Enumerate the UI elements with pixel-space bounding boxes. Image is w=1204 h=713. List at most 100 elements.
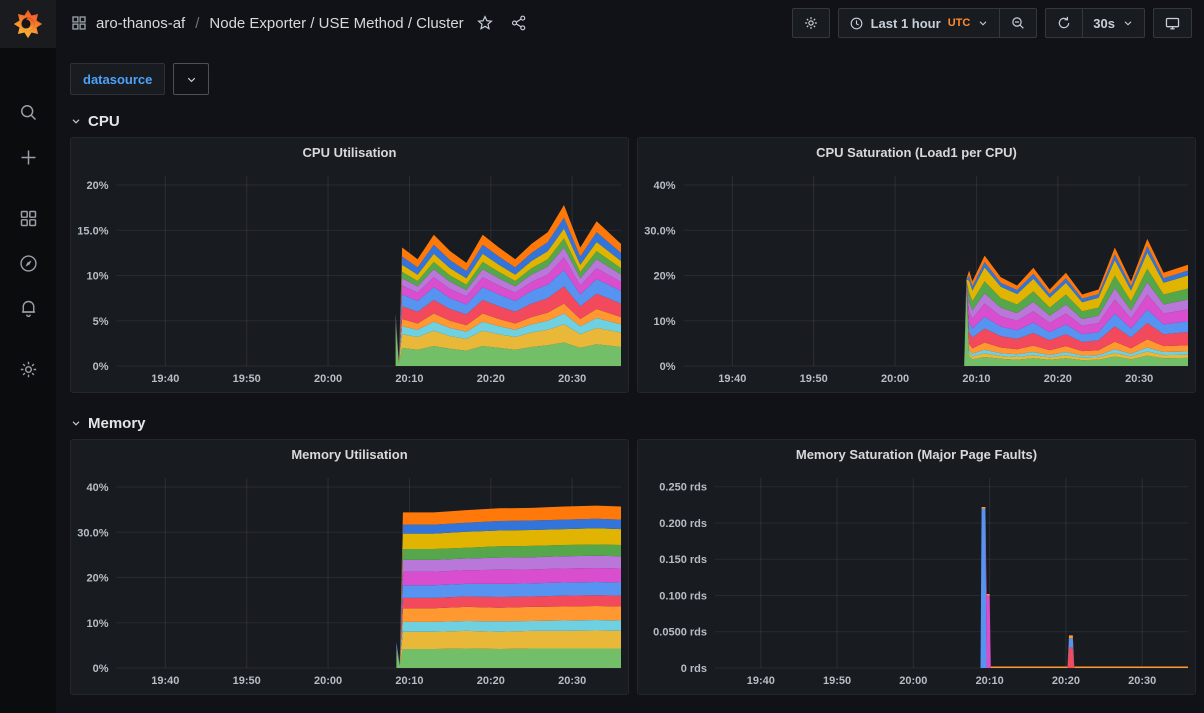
datasource-variable-button[interactable]: datasource (70, 63, 165, 95)
sidebar-item-configuration[interactable] (8, 349, 48, 389)
section-row-memory[interactable]: Memory (70, 409, 1196, 437)
svg-text:19:40: 19:40 (718, 373, 746, 385)
memory-saturation-chart-canvas[interactable]: 19:40 19:50 20:00 20:10 20:20 20:30 0 rds 0.050… (638, 468, 1195, 690)
svg-text:0%: 0% (93, 361, 109, 373)
zoom-out-time-button[interactable] (1000, 8, 1037, 38)
svg-text:20:00: 20:00 (314, 675, 342, 687)
svg-text:20:10: 20:10 (395, 373, 423, 385)
svg-text:0.150 rds: 0.150 rds (659, 554, 707, 566)
svg-text:0%: 0% (93, 663, 109, 675)
panel-title[interactable]: Memory Saturation (Major Page Faults) (638, 440, 1195, 468)
svg-text:20:20: 20:20 (1044, 373, 1072, 385)
svg-text:0 rds: 0 rds (681, 663, 707, 675)
svg-text:0.200 rds: 0.200 rds (659, 518, 707, 530)
main-area: aro-thanos-af / Node Exporter / USE Meth… (56, 0, 1204, 713)
sidebar-item-alerting[interactable] (8, 288, 48, 328)
settings-icon (803, 15, 819, 31)
panel-title[interactable]: CPU Saturation (Load1 per CPU) (638, 138, 1195, 166)
svg-text:20:10: 20:10 (962, 373, 990, 385)
svg-text:19:50: 19:50 (800, 373, 828, 385)
dashboards-icon (18, 208, 39, 229)
svg-text:0.100 rds: 0.100 rds (659, 590, 707, 602)
panel-memory-saturation: Memory Saturation (Major Page Faults) 19… (637, 439, 1196, 695)
svg-text:5%: 5% (93, 316, 109, 328)
svg-text:19:50: 19:50 (823, 675, 851, 687)
svg-text:20%: 20% (86, 573, 108, 585)
datasource-dropdown-button[interactable] (173, 63, 209, 95)
cpu-panel-row: CPU Utilisation 19:40 19:50 20:00 20:10 20:2… (70, 137, 1196, 393)
svg-text:10%: 10% (86, 618, 108, 630)
svg-text:0%: 0% (660, 361, 676, 373)
svg-text:20:00: 20:00 (314, 373, 342, 385)
tv-icon (1164, 15, 1181, 32)
section-collapse-icon (70, 417, 82, 429)
breadcrumb-folder[interactable]: aro-thanos-af (96, 15, 185, 32)
time-range-label: Last 1 hour (871, 16, 941, 31)
breadcrumb-separator: / (193, 15, 201, 32)
sidebar-item-explore[interactable] (8, 243, 48, 283)
section-collapse-icon (70, 115, 82, 127)
explore-icon (18, 253, 39, 274)
panel-title[interactable]: Memory Utilisation (71, 440, 628, 468)
panel-memory-utilisation: Memory Utilisation 19:4019:5020:0020:102… (70, 439, 629, 695)
plus-icon (18, 147, 39, 168)
svg-text:10%: 10% (653, 316, 675, 328)
refresh-interval-picker[interactable]: 30s (1083, 8, 1145, 38)
svg-text:19:40: 19:40 (151, 373, 179, 385)
kiosk-mode-button[interactable] (1153, 8, 1192, 38)
svg-text:20:10: 20:10 (395, 675, 423, 687)
clock-icon (849, 16, 864, 31)
svg-text:20:30: 20:30 (1125, 373, 1153, 385)
cpu-utilisation-chart-canvas[interactable]: 19:4019:5020:0020:1020:2020:300%5%10%15.… (71, 166, 628, 388)
section-label-cpu: CPU (88, 113, 120, 130)
time-range-picker[interactable]: Last 1 hour UTC (838, 8, 1001, 38)
time-controls-group: Last 1 hour UTC (838, 8, 1038, 38)
star-icon (476, 14, 494, 32)
svg-text:20:30: 20:30 (558, 373, 586, 385)
grafana-logo-icon (11, 7, 45, 41)
svg-text:40%: 40% (86, 482, 108, 494)
section-label-memory: Memory (88, 415, 146, 432)
dashboards-breadcrumb-icon (70, 14, 88, 32)
sidebar-item-dashboards[interactable] (8, 198, 48, 238)
svg-text:20:00: 20:00 (899, 675, 927, 687)
star-dashboard-button[interactable] (472, 10, 498, 36)
svg-text:19:50: 19:50 (233, 373, 261, 385)
svg-text:10%: 10% (86, 271, 108, 283)
alerting-icon (18, 298, 39, 319)
share-icon (510, 14, 528, 32)
configuration-icon (18, 359, 39, 380)
refresh-controls-group: 30s (1045, 8, 1145, 38)
refresh-interval-label: 30s (1093, 16, 1115, 31)
svg-text:0.0500 rds: 0.0500 rds (653, 627, 707, 639)
grafana-logo[interactable] (0, 0, 56, 48)
svg-text:20:20: 20:20 (477, 675, 505, 687)
svg-text:20:20: 20:20 (1052, 675, 1080, 687)
svg-text:15.0%: 15.0% (77, 225, 108, 237)
svg-text:40%: 40% (653, 180, 675, 192)
sidebar-item-search[interactable] (8, 92, 48, 132)
sidebar-menu (8, 92, 48, 394)
dashboard-settings-button[interactable] (792, 8, 830, 38)
share-dashboard-button[interactable] (506, 10, 532, 36)
chevron-down-icon (185, 73, 198, 86)
dashboard-content: CPU CPU Utilisation 19:40 19:50 20:00 20:10… (56, 95, 1204, 695)
cpu-saturation-chart-canvas[interactable]: 19:4019:5020:0020:1020:2020:300%10%20%30… (638, 166, 1195, 388)
panel-title[interactable]: CPU Utilisation (71, 138, 628, 166)
nav-sidebar (0, 0, 56, 713)
panel-cpu-saturation: CPU Saturation (Load1 per CPU) 19:40 19:5… (637, 137, 1196, 393)
chevron-down-icon (977, 17, 989, 29)
sidebar-item-create[interactable] (8, 137, 48, 177)
dashboard-topbar: aro-thanos-af / Node Exporter / USE Meth… (56, 0, 1204, 46)
breadcrumb-dashboard-title[interactable]: Node Exporter / USE Method / Cluster (209, 15, 463, 32)
svg-text:0.250 rds: 0.250 rds (659, 482, 707, 494)
memory-utilisation-chart-canvas[interactable]: 19:4019:5020:0020:1020:2020:300%10%20%30… (71, 468, 628, 690)
section-row-cpu[interactable]: CPU (70, 107, 1196, 135)
svg-text:20:10: 20:10 (976, 675, 1004, 687)
svg-text:20:30: 20:30 (1128, 675, 1156, 687)
svg-text:19:40: 19:40 (747, 675, 775, 687)
timezone-badge: UTC (948, 17, 971, 29)
refresh-button[interactable] (1045, 8, 1083, 38)
svg-text:20%: 20% (653, 271, 675, 283)
svg-text:30.0%: 30.0% (644, 225, 675, 237)
